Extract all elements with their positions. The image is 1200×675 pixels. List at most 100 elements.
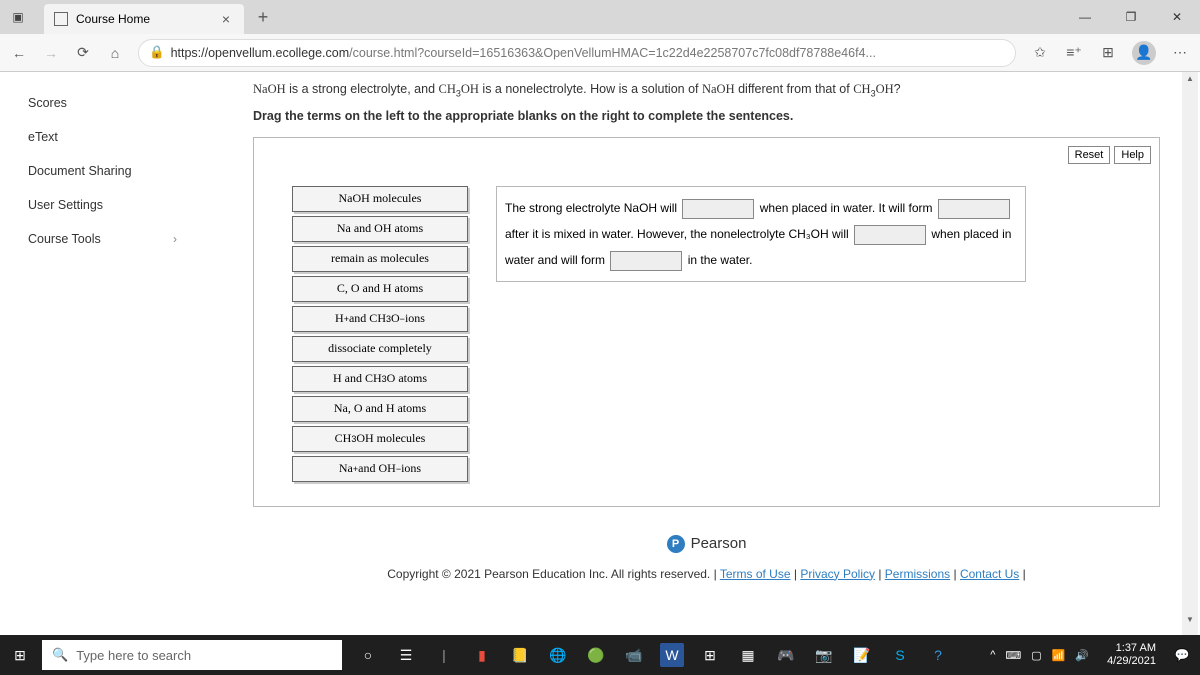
workarea-toolbar: Reset Help [1068, 146, 1151, 164]
footer-link-permissions[interactable]: Permissions [885, 567, 950, 581]
app-body: Scores eText Document Sharing User Setti… [0, 72, 1200, 635]
sep: | [875, 567, 885, 581]
drag-term[interactable]: NaOH molecules [292, 186, 468, 212]
drag-term[interactable]: CH3OH molecules [292, 426, 468, 452]
sidebar-label: Scores [28, 96, 67, 110]
footer-link-privacy[interactable]: Privacy Policy [800, 567, 875, 581]
taskbar-clock[interactable]: 1:37 AM 4/29/2021 [1099, 642, 1164, 668]
browser-icon: ▣ [0, 10, 36, 24]
clock-date: 4/29/2021 [1107, 655, 1156, 668]
nav-refresh-icon[interactable]: ⟳ [74, 44, 92, 61]
tab-favicon [54, 12, 68, 26]
window-minimize[interactable]: — [1062, 0, 1108, 34]
window-titlebar: ▣ Course Home × + — ❐ ✕ [0, 0, 1200, 34]
question-text: NaOH is a strong electrolyte, and CH3OH … [253, 82, 1160, 99]
sentence-text: when placed in water. It will form [756, 201, 935, 215]
course-sidebar: Scores eText Document Sharing User Setti… [0, 72, 205, 635]
drag-term[interactable]: Na+ and OH− ions [292, 456, 468, 482]
taskbar-app-icon[interactable]: ⊞ [698, 643, 722, 667]
new-tab-button[interactable]: + [248, 7, 278, 28]
reset-button[interactable]: Reset [1068, 146, 1111, 164]
favorite-star-icon[interactable]: ✩ [1030, 44, 1050, 61]
start-button[interactable]: ⊞ [0, 635, 40, 675]
taskbar-app-icon[interactable]: 📝 [850, 643, 874, 667]
pearson-label: Pearson [691, 535, 747, 552]
taskbar-app-icon[interactable]: 📷 [812, 643, 836, 667]
footer-links: Copyright © 2021 Pearson Education Inc. … [253, 567, 1160, 581]
collections-icon[interactable]: ⊞ [1098, 44, 1118, 61]
sidebar-item-course-tools[interactable]: Course Tools› [0, 222, 205, 256]
tray-keyboard-icon[interactable]: ⌨ [1005, 649, 1021, 662]
drag-term[interactable]: C, O and H atoms [292, 276, 468, 302]
drag-term[interactable]: dissociate completely [292, 336, 468, 362]
drag-term[interactable]: Na, O and H atoms [292, 396, 468, 422]
window-maximize[interactable]: ❐ [1108, 0, 1154, 34]
taskbar-app-icon[interactable]: ? [926, 643, 950, 667]
scrollbar[interactable] [1182, 72, 1198, 635]
drag-term[interactable]: H+ and CH3O− ions [292, 306, 468, 332]
sidebar-item-etext[interactable]: eText [0, 120, 205, 154]
nav-back-icon[interactable]: ← [10, 45, 28, 61]
drop-blank-2[interactable] [938, 199, 1010, 219]
pearson-p-icon: P [667, 535, 685, 553]
footer-link-contact[interactable]: Contact Us [960, 567, 1019, 581]
sep: | [950, 567, 960, 581]
taskbar-app-icon[interactable]: 📒 [508, 643, 532, 667]
content-area: ▲ ▼ NaOH is a strong electrolyte, and CH… [205, 72, 1200, 635]
drag-term[interactable]: remain as molecules [292, 246, 468, 272]
nav-forward-icon: → [42, 45, 60, 61]
taskbar-app-icon[interactable]: 🌐 [546, 643, 570, 667]
taskbar-app-icon[interactable]: 🎮 [774, 643, 798, 667]
tray-volume-icon[interactable]: 🔊 [1075, 649, 1089, 662]
tray-chevron-icon[interactable]: ^ [990, 649, 995, 661]
window-close[interactable]: ✕ [1154, 0, 1200, 34]
taskbar-divider-icon: | [432, 643, 456, 667]
drop-blank-4[interactable] [610, 251, 682, 271]
taskbar-app-icon[interactable]: ☰ [394, 643, 418, 667]
more-menu-icon[interactable]: ⋯ [1170, 44, 1190, 61]
browser-tab[interactable]: Course Home × [44, 4, 244, 34]
sidebar-item-user-settings[interactable]: User Settings [0, 188, 205, 222]
pearson-brand: P Pearson [253, 535, 1160, 553]
sidebar-item-scores[interactable]: Scores [0, 86, 205, 120]
sep: | [791, 567, 801, 581]
sentence-drop-target: The strong electrolyte NaOH will when pl… [496, 186, 1026, 282]
sentence-text: The strong electrolyte NaOH will [505, 201, 680, 215]
drop-blank-3[interactable] [854, 225, 926, 245]
scroll-down-icon[interactable]: ▼ [1182, 615, 1198, 629]
windows-taskbar: ⊞ 🔍 Type here to search ○ ☰ | ▮ 📒 🌐 🟢 📹 … [0, 635, 1200, 675]
url-input[interactable]: 🔒 https://openvellum.ecollege.com/course… [138, 39, 1016, 67]
taskbar-app-icon[interactable]: S [888, 643, 912, 667]
drag-drop-workarea: Reset Help NaOH molecules Na and OH atom… [253, 137, 1160, 507]
notification-center-icon[interactable]: 💬 [1164, 648, 1200, 662]
taskbar-search[interactable]: 🔍 Type here to search [42, 640, 342, 670]
sidebar-item-document-sharing[interactable]: Document Sharing [0, 154, 205, 188]
tab-close-icon[interactable]: × [218, 11, 234, 27]
address-bar: ← → ⟳ ⌂ 🔒 https://openvellum.ecollege.co… [0, 34, 1200, 72]
profile-avatar[interactable]: 👤 [1132, 41, 1156, 65]
tray-battery-icon[interactable]: ▢ [1031, 649, 1041, 662]
nav-home-icon[interactable]: ⌂ [106, 45, 124, 61]
drop-blank-1[interactable] [682, 199, 754, 219]
taskbar-app-icon[interactable]: 🟢 [584, 643, 608, 667]
scroll-up-icon[interactable]: ▲ [1182, 74, 1198, 88]
footer-link-terms[interactable]: Terms of Use [720, 567, 791, 581]
clock-time: 1:37 AM [1107, 642, 1156, 655]
taskbar-apps: ○ ☰ | ▮ 📒 🌐 🟢 📹 W ⊞ ▦ 🎮 📷 📝 S ? [356, 643, 980, 667]
taskbar-app-icon[interactable]: 📹 [622, 643, 646, 667]
drag-term[interactable]: H and CH3O atoms [292, 366, 468, 392]
help-button[interactable]: Help [1114, 146, 1151, 164]
taskbar-app-icon[interactable]: W [660, 643, 684, 667]
tray-wifi-icon[interactable]: 📶 [1052, 649, 1066, 662]
taskbar-app-icon[interactable]: ○ [356, 643, 380, 667]
drag-term[interactable]: Na and OH atoms [292, 216, 468, 242]
taskbar-app-icon[interactable]: ▦ [736, 643, 760, 667]
search-icon: 🔍 [52, 647, 68, 663]
sidebar-label: eText [28, 130, 58, 144]
taskbar-app-icon[interactable]: ▮ [470, 643, 494, 667]
lock-icon: 🔒 [149, 45, 165, 60]
favorites-bar-icon[interactable]: ≡⁺ [1064, 44, 1084, 61]
question-instruction: Drag the terms on the left to the approp… [253, 109, 1160, 123]
window-controls: — ❐ ✕ [1062, 0, 1200, 34]
search-placeholder: Type here to search [76, 648, 191, 663]
